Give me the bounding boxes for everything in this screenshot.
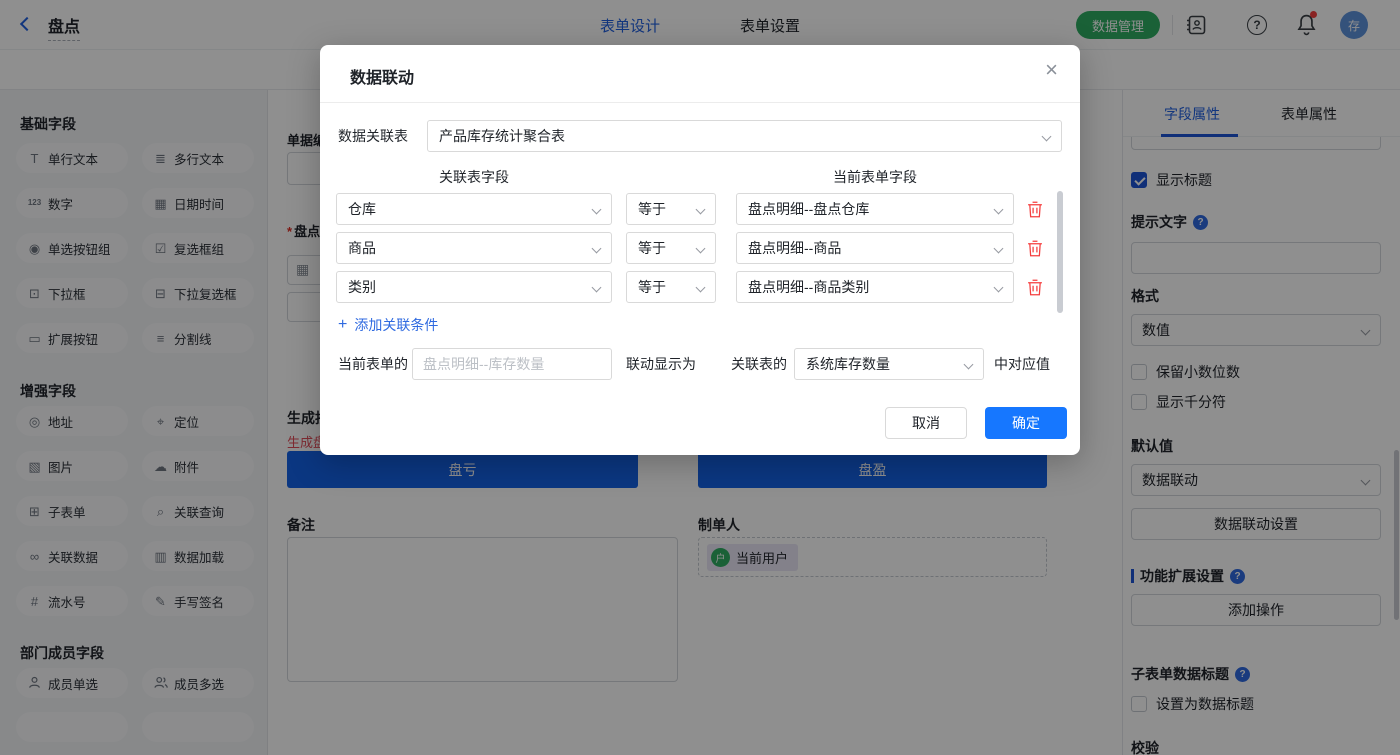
rel-table-select[interactable]: 产品库存统计聚合表 — [427, 120, 1062, 152]
rel-of-label: 关联表的 — [731, 348, 787, 380]
plus-icon: + — [338, 316, 347, 334]
chevron-down-icon — [994, 205, 1004, 215]
condition-operator-select[interactable]: 等于 — [626, 193, 716, 225]
chevron-down-icon — [696, 283, 706, 293]
condition-rel-field-select[interactable]: 仓库 — [336, 193, 612, 225]
chevron-down-icon — [592, 205, 602, 215]
chevron-down-icon — [696, 244, 706, 254]
link-as-label: 联动显示为 — [626, 348, 696, 380]
delete-condition-icon[interactable] — [1026, 240, 1044, 258]
suffix-label: 中对应值 — [994, 348, 1050, 380]
condition-cur-field-select[interactable]: 盘点明细--商品 — [736, 232, 1014, 264]
chevron-down-icon — [592, 283, 602, 293]
data-linkage-modal: 数据联动 × 数据关联表 产品库存统计聚合表 关联表字段 当前表单字段 仓库 等… — [320, 45, 1080, 455]
rel-table-label: 数据关联表 — [338, 120, 408, 152]
column-header-rel-field: 关联表字段 — [336, 167, 612, 187]
modal-divider — [320, 102, 1080, 103]
modal-scrollbar[interactable] — [1057, 191, 1063, 313]
condition-operator-select[interactable]: 等于 — [626, 232, 716, 264]
chevron-down-icon — [994, 244, 1004, 254]
condition-cur-field-select[interactable]: 盘点明细--商品类别 — [736, 271, 1014, 303]
delete-condition-icon[interactable] — [1026, 279, 1044, 297]
form-designer-app: 盘点 表单设计 表单设置 数据管理 ? 存 ⊘表单外链 ⧉后端脚本 ▥数据权限 … — [0, 0, 1400, 755]
confirm-button[interactable]: 确定 — [985, 407, 1067, 439]
chevron-down-icon — [696, 205, 706, 215]
condition-operator-select[interactable]: 等于 — [626, 271, 716, 303]
rel-value-select[interactable]: 系统库存数量 — [794, 348, 984, 380]
close-icon[interactable]: × — [1045, 59, 1058, 81]
chevron-down-icon — [964, 360, 974, 370]
delete-condition-icon[interactable] — [1026, 201, 1044, 219]
cancel-button[interactable]: 取消 — [885, 407, 967, 439]
condition-rel-field-select[interactable]: 类别 — [336, 271, 612, 303]
condition-rel-field-select[interactable]: 商品 — [336, 232, 612, 264]
condition-cur-field-select[interactable]: 盘点明细--盘点仓库 — [736, 193, 1014, 225]
chevron-down-icon — [592, 244, 602, 254]
current-field-input[interactable] — [412, 348, 612, 380]
modal-title: 数据联动 — [350, 64, 414, 88]
column-header-cur-field: 当前表单字段 — [736, 167, 1014, 187]
chevron-down-icon — [1042, 132, 1052, 142]
current-form-label: 当前表单的 — [338, 348, 408, 380]
add-condition-link[interactable]: + 添加关联条件 — [338, 315, 438, 335]
chevron-down-icon — [994, 283, 1004, 293]
